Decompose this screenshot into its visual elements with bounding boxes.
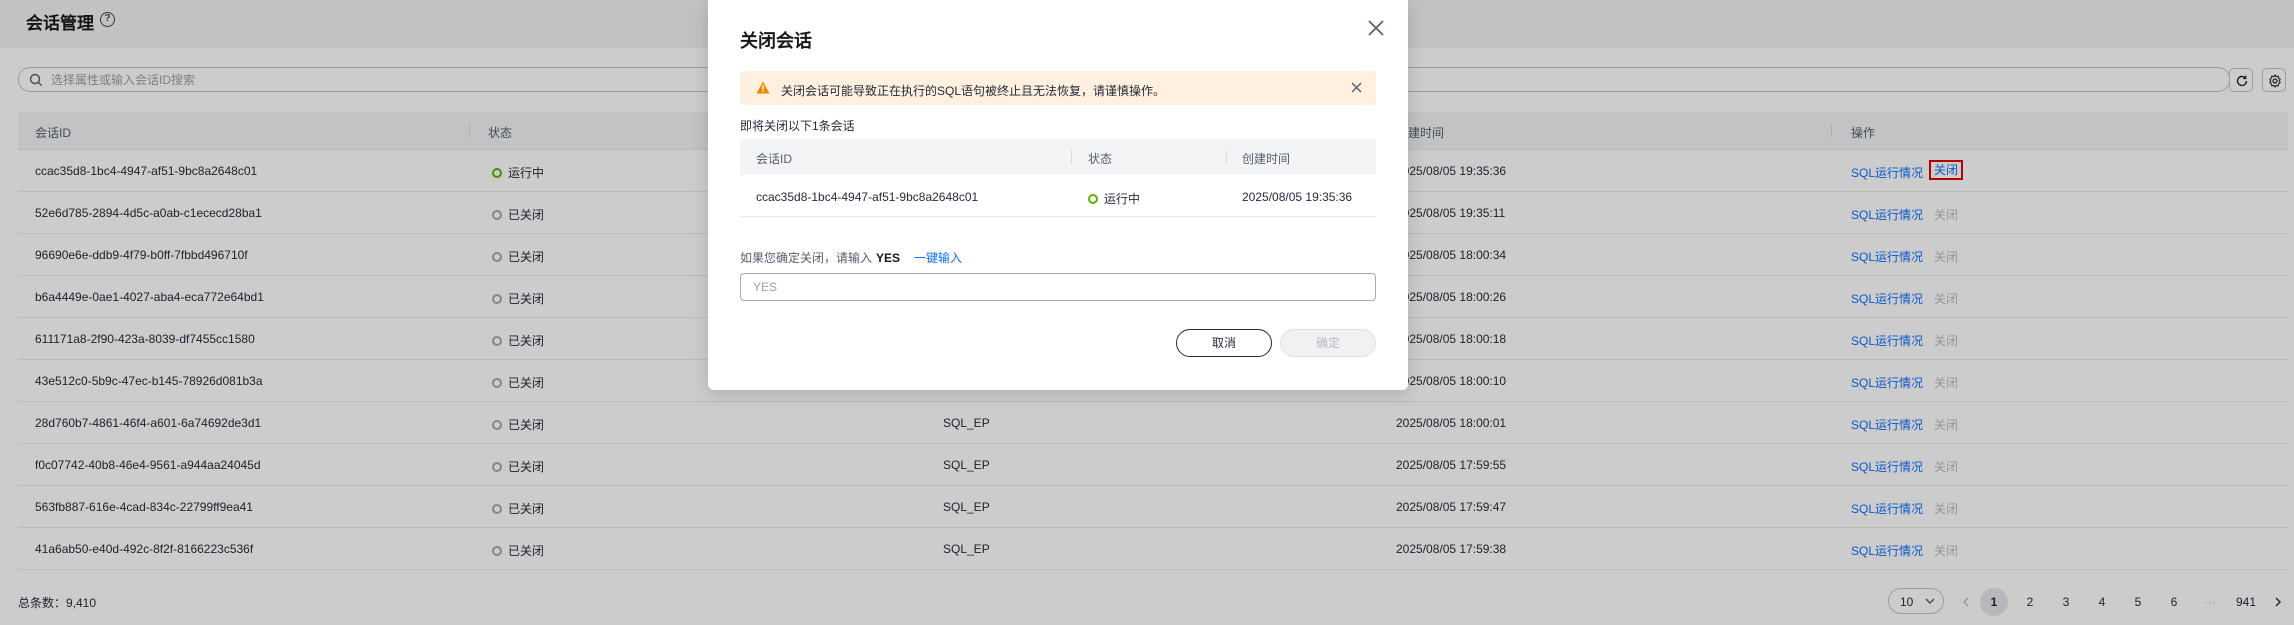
confirm-prefix: 如果您确定关闭，请输入 <box>740 251 873 265</box>
dialog-table-row: ccac35d8-1bc4-4947-af51-9bc8a2648c01 运行中… <box>740 175 1376 217</box>
warning-icon <box>756 81 770 94</box>
dialog-session-id: ccac35d8-1bc4-4947-af51-9bc8a2648c01 <box>756 190 979 204</box>
dialog-table-header: 会话ID 状态 创建时间 <box>740 139 1376 175</box>
dialog-status: 运行中 <box>1088 190 1140 207</box>
dialog-status-label: 运行中 <box>1104 192 1141 206</box>
dialog-created-time: 2025/08/05 19:35:36 <box>1242 190 1353 204</box>
col-divider <box>1226 150 1227 164</box>
dialog-subtitle: 即将关闭以下1条会话 <box>740 119 855 133</box>
confirm-hint: 如果您确定关闭，请输入 YES 一键输入 <box>740 249 962 266</box>
dialog-col-session-id: 会话ID <box>756 152 793 166</box>
running-status-icon <box>1088 193 1098 204</box>
close-session-dialog: 关闭会话 关闭会话可能导致正在执行的SQL语句被终止且无法恢复，请谨慎操作。 即… <box>708 0 1408 390</box>
confirm-keyword: YES <box>876 251 901 265</box>
warning-text: 关闭会话可能导致正在执行的SQL语句被终止且无法恢复，请谨慎操作。 <box>781 84 1166 98</box>
dialog-col-created-time: 创建时间 <box>1242 152 1291 166</box>
dialog-title: 关闭会话 <box>740 31 812 51</box>
confirm-input[interactable] <box>740 273 1376 301</box>
cancel-button[interactable]: 取消 <box>1176 329 1272 357</box>
confirm-button[interactable]: 确定 <box>1280 329 1376 357</box>
quick-input-link[interactable]: 一键输入 <box>914 251 962 265</box>
alert-close-icon[interactable] <box>1351 82 1362 93</box>
warning-alert: 关闭会话可能导致正在执行的SQL语句被终止且无法恢复，请谨慎操作。 <box>740 71 1376 105</box>
col-divider <box>1071 150 1072 164</box>
close-icon[interactable] <box>1366 18 1386 38</box>
dialog-col-status: 状态 <box>1088 152 1113 166</box>
